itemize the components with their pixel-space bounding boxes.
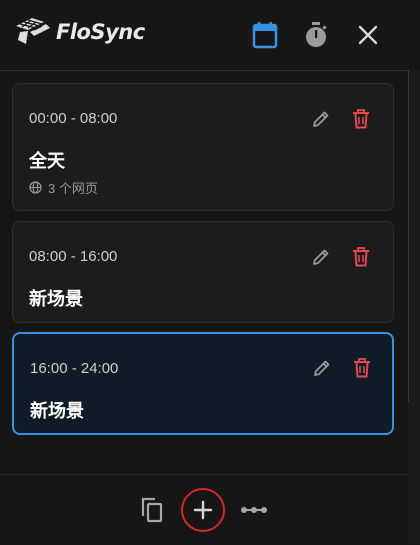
scene-time: 08:00 - 16:00: [29, 248, 118, 265]
logo-mark-icon: [16, 18, 50, 44]
copy-button[interactable]: [137, 495, 167, 525]
scene-time: 16:00 - 24:00: [30, 360, 119, 377]
timer-button[interactable]: [302, 20, 330, 50]
trash-icon: [354, 358, 370, 378]
add-scene-button[interactable]: [181, 488, 225, 532]
delete-button[interactable]: [349, 107, 373, 131]
scrollbar-thumb[interactable]: [408, 70, 409, 402]
footer-toolbar: [0, 474, 408, 545]
scene-meta: 3 个网页: [29, 178, 98, 197]
scene-card[interactable]: 08:00 - 16:00 新场景: [12, 221, 394, 323]
more-button[interactable]: [239, 495, 269, 525]
edit-button[interactable]: [309, 107, 333, 131]
pencil-icon: [313, 111, 329, 127]
pencil-icon: [313, 249, 329, 265]
calendar-icon: [252, 22, 278, 49]
add-icon: [193, 500, 213, 520]
logo: FloSync: [14, 16, 145, 48]
scene-name: 新场景: [30, 401, 84, 421]
close-button[interactable]: [354, 20, 382, 50]
trash-icon: [353, 109, 369, 129]
close-icon: [358, 25, 378, 45]
scene-name: 全天: [29, 151, 65, 171]
app-name: FloSync: [56, 20, 145, 44]
edit-button[interactable]: [309, 245, 333, 269]
app-window: FloSync 00:00 - 08:00 全天 3 个网页 08:00 - 1…: [0, 0, 408, 545]
scene-card-active[interactable]: 16:00 - 24:00 新场景: [12, 332, 394, 435]
scene-page-count: 3 个网页: [48, 181, 98, 196]
calendar-button[interactable]: [251, 20, 279, 50]
header: FloSync: [0, 0, 408, 71]
copy-icon: [141, 497, 163, 523]
pencil-icon: [314, 360, 330, 376]
scene-name: 新场景: [29, 289, 83, 309]
delete-button[interactable]: [349, 245, 373, 269]
more-icon: [241, 507, 267, 513]
delete-button[interactable]: [350, 356, 374, 380]
trash-icon: [353, 247, 369, 267]
scene-time: 00:00 - 08:00: [29, 110, 118, 127]
timer-icon: [306, 22, 327, 47]
edit-button[interactable]: [310, 356, 334, 380]
scene-card[interactable]: 00:00 - 08:00 全天 3 个网页: [12, 83, 394, 211]
scrollbar-track[interactable]: [408, 70, 420, 544]
globe-icon: [29, 181, 42, 194]
